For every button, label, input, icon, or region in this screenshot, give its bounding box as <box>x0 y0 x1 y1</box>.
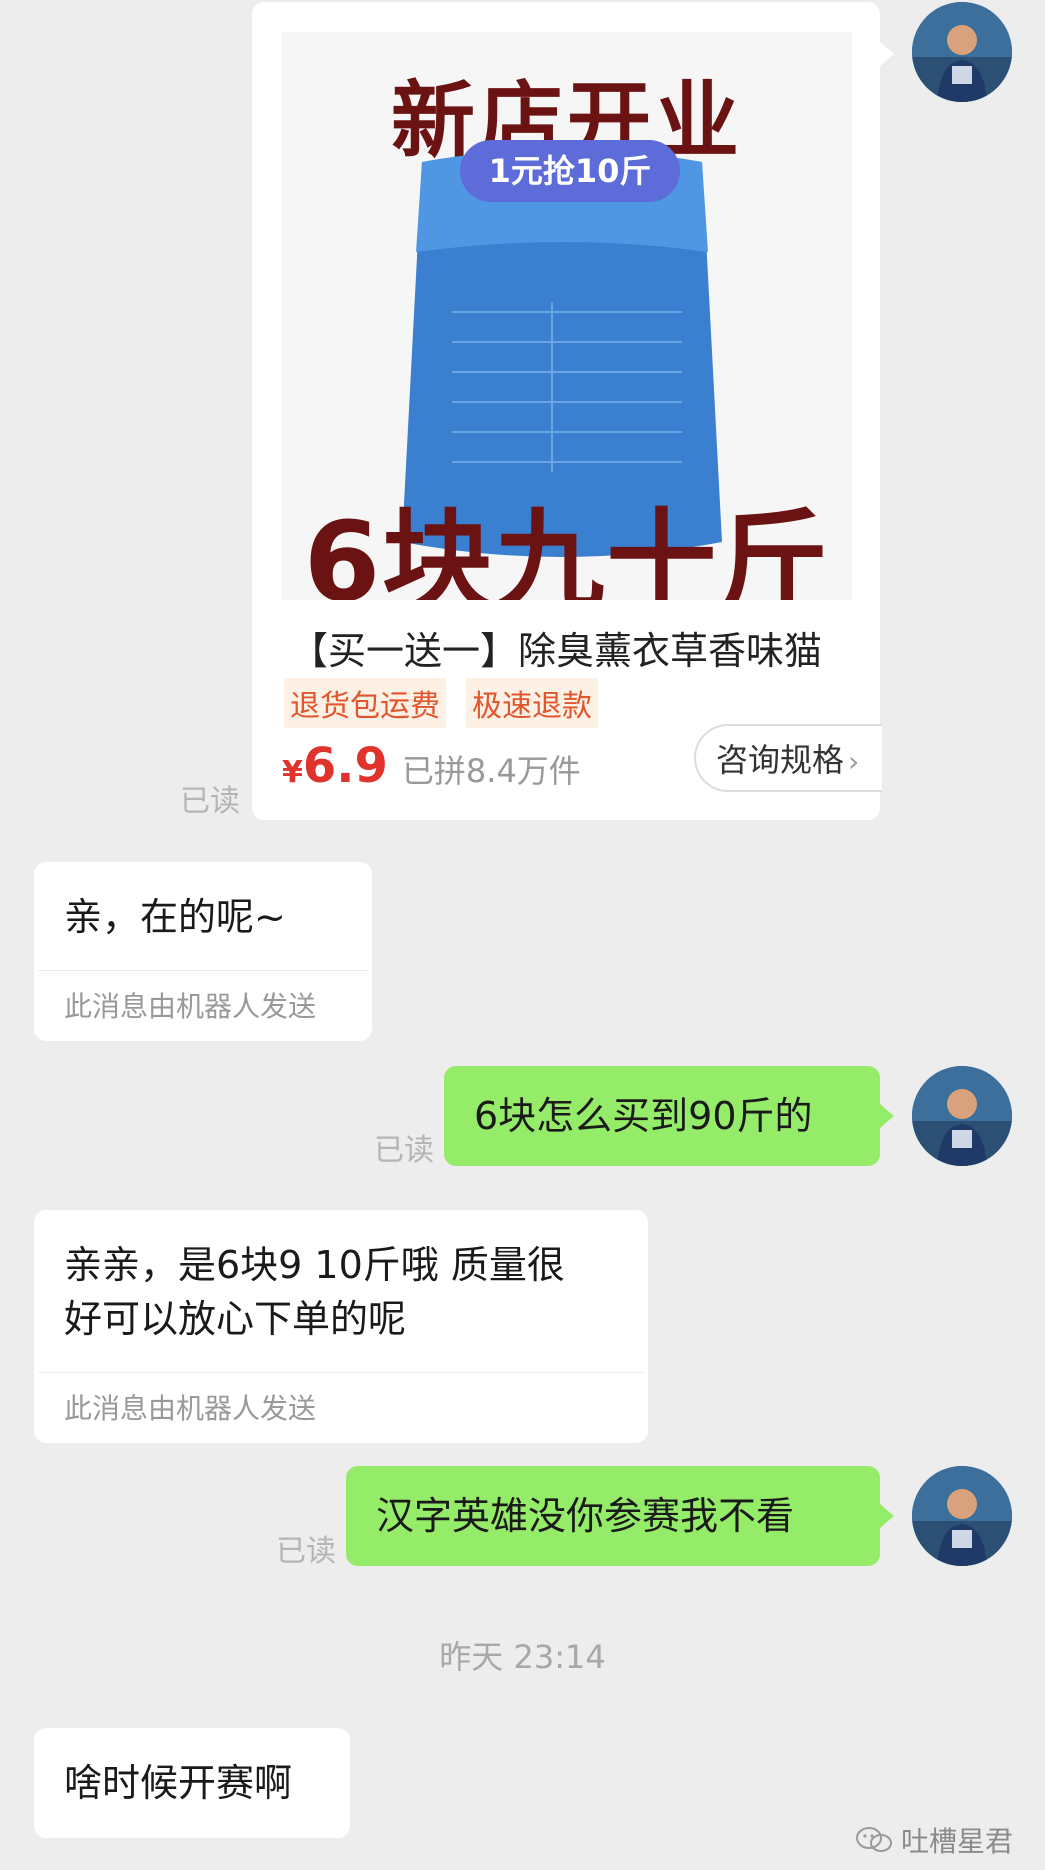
read-receipt: 已读 <box>276 1534 336 1569</box>
price-row: ¥ 6.9 已拼8.4万件 <box>282 738 581 794</box>
robot-note: 此消息由机器人发送 <box>64 990 317 1023</box>
message-text: 亲，在的呢~ <box>64 895 286 939</box>
sold-count: 已拼8.4万件 <box>401 752 581 790</box>
price-symbol: ¥ <box>282 755 303 790</box>
price-value: 6.9 <box>302 738 388 794</box>
user-avatar[interactable] <box>912 2 1012 102</box>
tag-free-return: 退货包运费 <box>284 678 446 728</box>
received-message-bubble[interactable]: 亲亲，是6块9 10斤哦 质量很 好可以放心下单的呢 此消息由机器人发送 <box>34 1210 648 1443</box>
avatar-image <box>912 2 1012 102</box>
banner-bottom-text: 6块九十斤 <box>303 498 831 600</box>
avatar-image <box>912 1466 1012 1566</box>
consult-spec-button[interactable]: 咨询规格 › <box>694 724 882 792</box>
watermark-text: 吐槽星君 <box>900 1825 1013 1858</box>
wechat-icon <box>855 1827 892 1852</box>
consult-spec-label: 咨询规格 <box>716 741 845 779</box>
message-text: 啥时候开赛啊 <box>64 1761 293 1805</box>
product-title[interactable]: 【买一送一】除臭薰衣草香味猫 <box>290 620 822 675</box>
product-tags: 退货包运费 极速退款 <box>284 678 598 728</box>
avatar-image <box>912 1066 1012 1166</box>
received-message-bubble[interactable]: 啥时候开赛啊 <box>34 1728 350 1838</box>
read-receipt: 已读 <box>374 1133 434 1168</box>
received-message-bubble[interactable]: 亲，在的呢~ 此消息由机器人发送 <box>34 862 372 1041</box>
chevron-right-icon: › <box>848 745 860 778</box>
message-line: 好可以放心下单的呢 <box>64 1297 407 1341</box>
sent-message-bubble[interactable]: 汉字英雄没你参赛我不看 <box>346 1466 894 1566</box>
robot-note: 此消息由机器人发送 <box>64 1392 317 1425</box>
user-avatar[interactable] <box>912 1466 1012 1566</box>
timestamp: 昨天 23:14 <box>439 1638 606 1676</box>
message-text: 亲亲，是6块9 10斤哦 质量很 好可以放心下单的呢 <box>34 1210 648 1372</box>
product-card[interactable]: 新店开业 1元抢10斤 6块九十斤 【买一送一】除臭薰衣草香味猫 退货包运费 极… <box>252 2 894 820</box>
sent-message-bubble[interactable]: 6块怎么买到90斤的 <box>444 1066 894 1166</box>
user-avatar[interactable] <box>912 1066 1012 1166</box>
watermark: 吐槽星君 <box>855 1820 1013 1860</box>
read-receipt: 已读 <box>180 784 240 819</box>
promo-badge: 1元抢10斤 <box>460 140 680 202</box>
message-line: 亲亲，是6块9 10斤哦 质量很 <box>64 1243 565 1287</box>
tag-fast-refund: 极速退款 <box>466 678 598 728</box>
product-image[interactable]: 新店开业 1元抢10斤 6块九十斤 <box>282 32 852 600</box>
